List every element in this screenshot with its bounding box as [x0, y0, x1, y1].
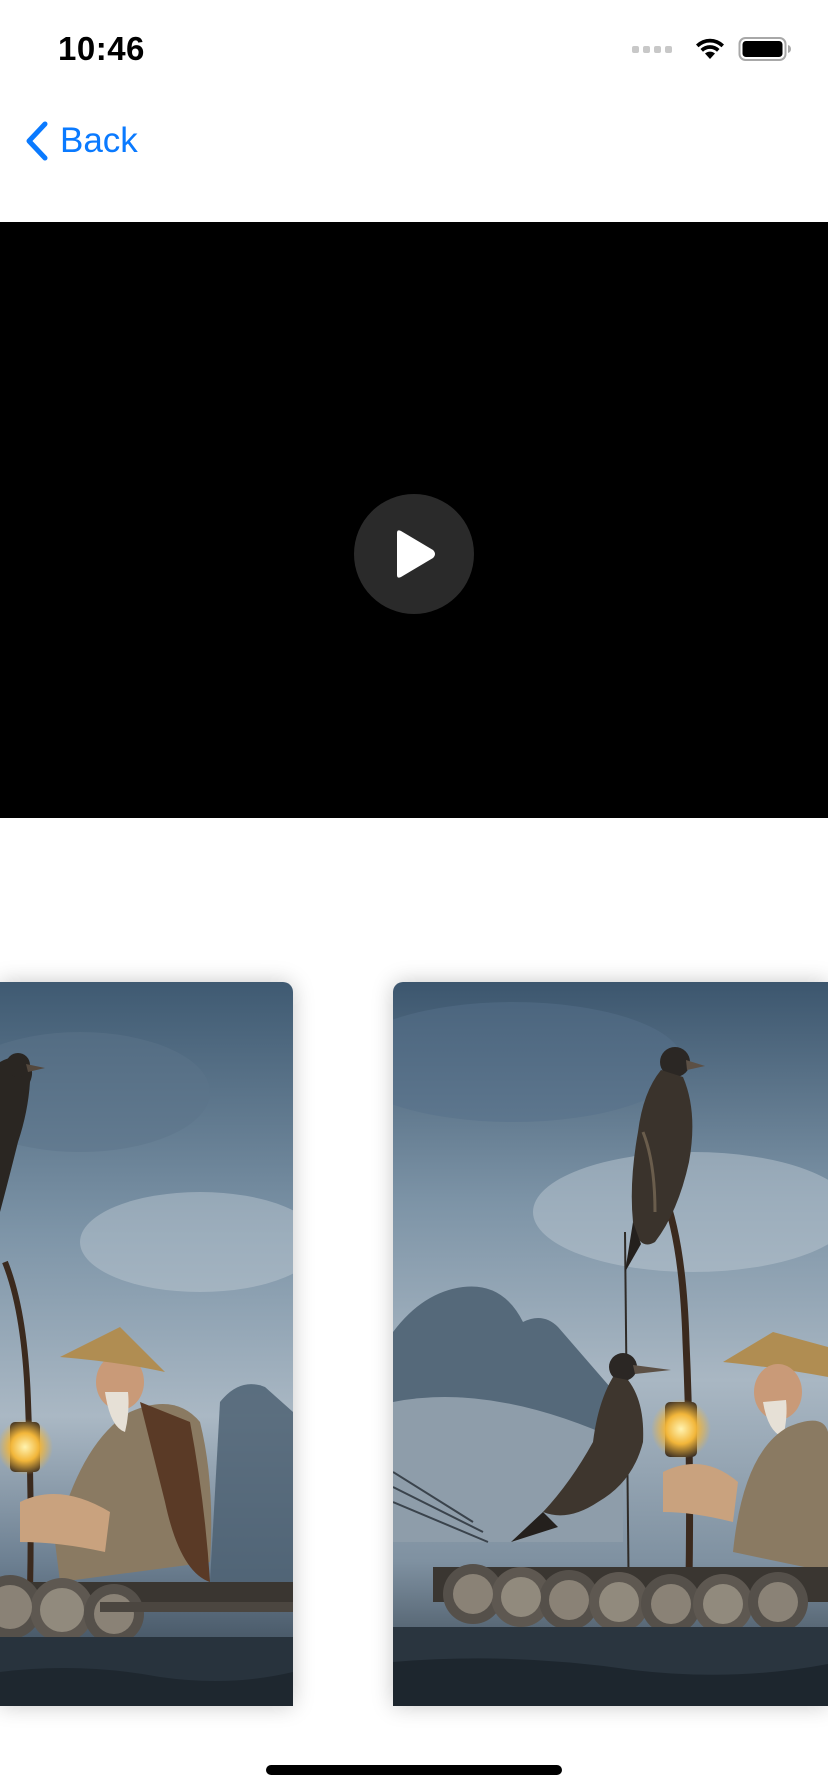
chevron-left-icon	[26, 121, 48, 161]
status-time: 10:46	[58, 30, 145, 67]
carousel-card-left[interactable]	[0, 982, 293, 1706]
status-bar: 10:46	[0, 0, 828, 100]
play-icon	[397, 530, 435, 578]
fisherman-photo-left	[0, 982, 293, 1706]
status-icons	[632, 34, 792, 64]
wifi-icon	[696, 38, 724, 59]
fisherman-photo-right	[393, 982, 828, 1706]
signal-icon	[632, 45, 672, 53]
image-carousel[interactable]	[0, 982, 828, 1706]
video-player[interactable]	[0, 222, 828, 818]
carousel-card-right[interactable]	[393, 982, 828, 1706]
battery-icon	[738, 37, 791, 61]
home-indicator[interactable]	[266, 1765, 562, 1775]
navigation-bar: Back	[0, 100, 828, 220]
back-label: Back	[60, 121, 138, 160]
play-button[interactable]	[354, 494, 474, 614]
back-button[interactable]: Back	[24, 116, 138, 166]
screen: 10:46 Back	[0, 0, 828, 1792]
